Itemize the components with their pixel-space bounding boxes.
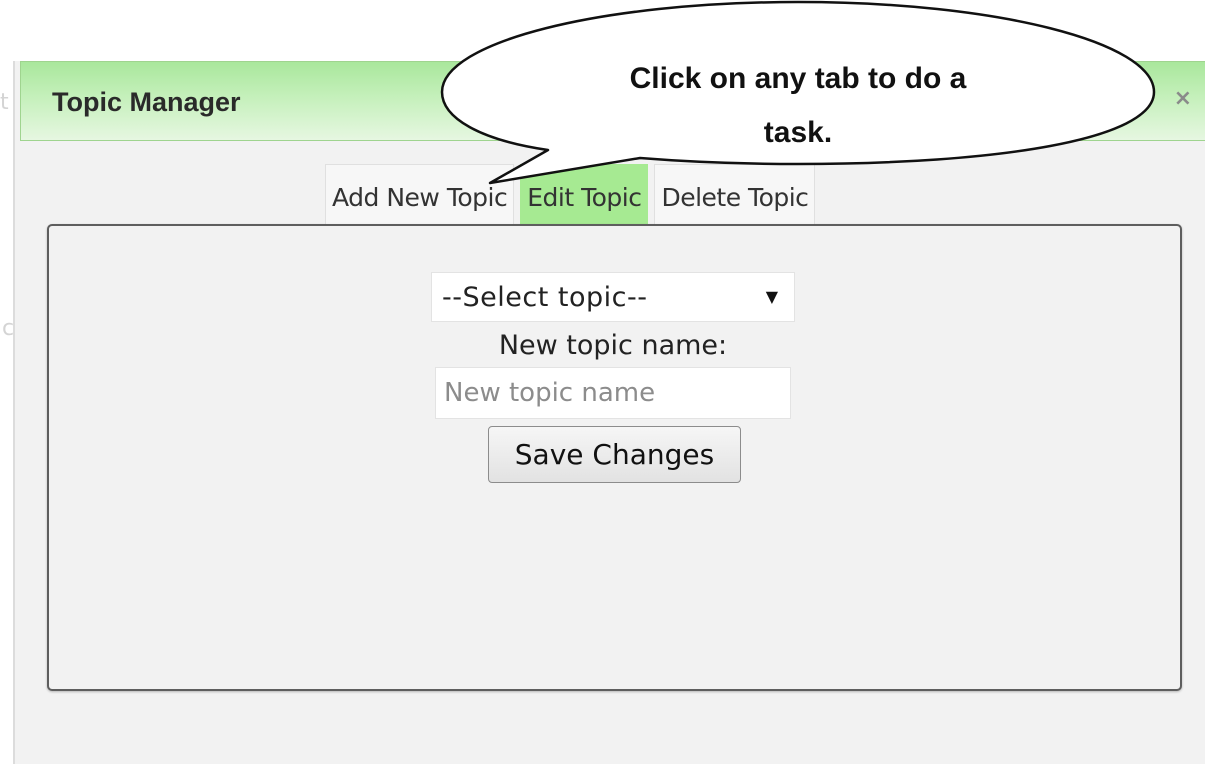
new-topic-name-label: New topic name: xyxy=(498,330,728,361)
screen: t c Topic Manager × Add New Topic Edit T… xyxy=(0,0,1205,764)
tooltip-callout: Click on any tab to do a task. xyxy=(440,0,1160,200)
topic-select[interactable]: --Select topic-- ▼ xyxy=(431,272,795,322)
close-icon[interactable]: × xyxy=(1174,86,1192,111)
chevron-down-icon: ▼ xyxy=(765,287,778,306)
save-changes-button[interactable]: Save Changes xyxy=(488,426,741,483)
topic-select-value: --Select topic-- xyxy=(442,282,648,313)
new-topic-name-input[interactable] xyxy=(435,367,791,419)
callout-line-1: Click on any tab to do a xyxy=(629,62,967,95)
dialog-title: Topic Manager xyxy=(52,87,241,117)
callout-text: Click on any tab to do a task. xyxy=(440,52,1156,160)
background-text: t xyxy=(0,90,9,115)
callout-line-2: task. xyxy=(763,116,833,149)
